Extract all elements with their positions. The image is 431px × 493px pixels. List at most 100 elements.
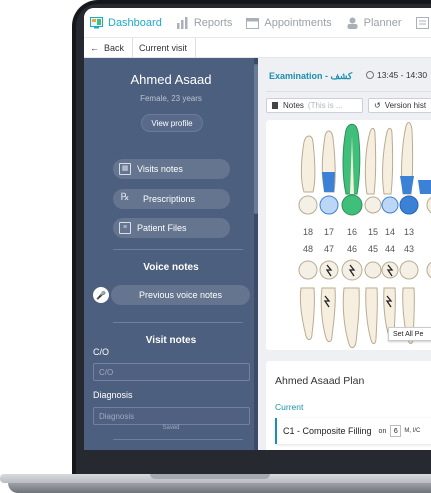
tooth-number-18: 18 <box>303 227 313 237</box>
upper-tooth-17[interactable] <box>321 130 336 193</box>
lower-tooth-45[interactable] <box>365 287 378 345</box>
examination-time: 13:45 - 14:30 <box>366 70 427 80</box>
lower-tooth-46[interactable] <box>342 287 360 349</box>
visits-notes-label: Visits notes <box>137 164 183 174</box>
lower-tooth-47[interactable] <box>320 287 336 343</box>
plan-title: Ahmed Asaad Plan <box>275 375 365 387</box>
tooth-number-46: 46 <box>347 244 357 254</box>
upper-tooth-numbers: 18 17 16 15 14 13 <box>303 227 414 237</box>
appointments-icon <box>246 17 260 29</box>
notes-icon <box>272 102 278 109</box>
plan-item[interactable]: C1 - Composite Filling on 6 M, I/C <box>275 418 431 444</box>
visits-notes-button[interactable]: ▦ Visits notes <box>113 159 230 179</box>
patient-name: Ahmed Asaad <box>130 72 212 87</box>
treatment-plan-card: Ahmed Asaad Plan Current C1 - Composite … <box>266 361 431 450</box>
lower-tooth-48[interactable] <box>299 287 315 341</box>
nav-dashboard-label: Dashboard <box>108 16 162 29</box>
tooth-number-14: 14 <box>385 227 395 237</box>
dashboard-icon <box>90 16 103 28</box>
voice-notes-heading: Voice notes <box>143 262 199 273</box>
notes-field[interactable]: Notes (This is ... <box>266 98 363 113</box>
top-navigation: Dashboard Reports Appointments Planner M… <box>84 8 431 38</box>
lower-tooth-numbers: 48 47 46 45 44 43 <box>303 244 414 254</box>
patient-files-label: Patient Files <box>137 223 187 233</box>
tooth-number-15: 15 <box>368 227 378 237</box>
plan-item-name: Composite Filling <box>302 426 372 436</box>
my-icon <box>415 16 429 29</box>
nav-dashboard[interactable]: Dashboard <box>90 16 162 29</box>
plan-item-tooth-input[interactable]: 6 <box>390 425 402 437</box>
clock-icon <box>366 71 374 79</box>
upper-tooth-15[interactable] <box>364 127 377 195</box>
document-icon: ≡ <box>119 222 131 234</box>
examination-panel: Examination - كشف 13:45 - 14:30 Notes (T… <box>258 58 431 450</box>
diagnosis-label: Diagnosis <box>93 390 133 400</box>
nav-reports[interactable]: Reports <box>176 16 232 29</box>
back-link[interactable]: ← Back <box>84 37 134 58</box>
diagnosis-input[interactable]: Diagnosis <box>93 407 250 425</box>
tooth-chart-graphic: 18 17 16 15 14 13 48 47 46 45 44 43 <box>298 122 431 349</box>
nav-planner-label: Planner <box>363 16 402 29</box>
patient-sidebar: Ahmed Asaad Female, 23 years View profil… <box>84 58 258 450</box>
plan-item-separator: - <box>294 426 303 436</box>
app-screen: Dashboard Reports Appointments Planner M… <box>84 8 431 450</box>
breadcrumb-current-label: Current visit <box>139 42 188 53</box>
examination-title: Examination - كشف <box>269 71 353 81</box>
upper-tooth-13[interactable] <box>400 122 414 195</box>
tooth-number-47: 47 <box>324 244 334 254</box>
prescriptions-button[interactable]: ℞ Prescriptions <box>113 189 230 209</box>
tooth-number-45: 45 <box>368 244 378 254</box>
nav-planner[interactable]: Planner <box>346 17 402 29</box>
co-label: C/O <box>93 347 110 357</box>
planner-icon <box>347 17 358 29</box>
device-mockup: Dashboard Reports Appointments Planner M… <box>0 0 431 493</box>
laptop-base-bottom <box>8 483 431 493</box>
upper-occlusal-row <box>298 194 431 216</box>
laptop-base <box>0 474 431 493</box>
upper-tooth-18[interactable] <box>300 135 316 193</box>
prescriptions-label: Prescriptions <box>143 194 196 204</box>
tooth-number-48: 48 <box>303 244 313 254</box>
reports-icon <box>176 16 188 29</box>
tooth-chart: 18 17 16 15 14 13 48 47 46 45 44 43 Set … <box>266 120 431 350</box>
back-label: Back <box>104 42 125 53</box>
view-profile-button[interactable]: View profile <box>141 114 203 132</box>
laptop-notch <box>150 474 270 479</box>
plan-item-surfaces: M, I/C <box>404 428 421 434</box>
visit-notes-heading: Visit notes <box>145 335 197 346</box>
history-icon: ↺ <box>374 101 381 110</box>
notes-placeholder: (This is ... <box>307 101 343 110</box>
co-input[interactable]: C/O <box>93 363 250 381</box>
upper-tooth-16[interactable] <box>342 123 361 195</box>
tooth-number-43: 43 <box>404 244 414 254</box>
nav-my[interactable]: My <box>415 16 431 29</box>
examination-time-text: 13:45 - 14:30 <box>377 70 428 80</box>
version-history-button[interactable]: ↺ Version hist <box>368 98 431 113</box>
tooth-number-16: 16 <box>347 227 357 237</box>
patient-files-button[interactable]: ≡ Patient Files <box>113 218 230 238</box>
breadcrumb-current[interactable]: Current visit <box>133 37 197 58</box>
arrow-left-icon: ← <box>90 42 99 53</box>
tooth-number-13: 13 <box>404 227 414 237</box>
nav-appointments-label: Appointments <box>264 16 332 29</box>
version-history-label: Version hist <box>384 101 427 110</box>
tooth-number-17: 17 <box>324 227 334 237</box>
plan-section-current: Current <box>275 402 304 412</box>
saved-status: Saved <box>162 425 180 431</box>
sidebar-divider <box>113 322 243 323</box>
plan-item-on-label: on <box>378 427 387 435</box>
set-all-menu[interactable]: Set All Pe <box>388 327 431 341</box>
plan-item-code: C1 <box>283 426 295 436</box>
microphone-icon[interactable]: 🎤 <box>93 287 109 303</box>
breadcrumb: ← Back Current visit <box>84 37 431 58</box>
tooth-number-44: 44 <box>385 244 395 254</box>
sidebar-divider <box>113 439 243 440</box>
previous-voice-notes-button[interactable]: Previous voice notes <box>111 285 250 305</box>
upper-tooth-14[interactable] <box>382 127 394 195</box>
patient-meta: Female, 23 years <box>140 94 202 103</box>
calendar-icon: ▦ <box>119 163 131 175</box>
lower-occlusal-row <box>298 259 431 281</box>
main-divider <box>266 91 431 92</box>
nav-appointments[interactable]: Appointments <box>246 16 332 29</box>
sidebar-divider <box>113 249 243 250</box>
